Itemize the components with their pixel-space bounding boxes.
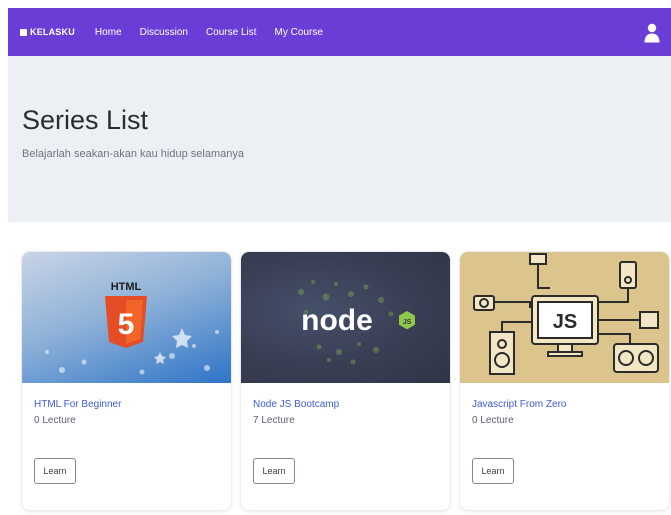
svg-text:5: 5 xyxy=(118,308,135,341)
nav-link-course-list[interactable]: Course List xyxy=(206,27,257,38)
nav-link-my-course[interactable]: My Course xyxy=(275,27,323,38)
course-title[interactable]: Node JS Bootcamp xyxy=(253,399,438,410)
course-thumbnail-javascript: JS xyxy=(460,252,669,383)
course-lecture-count: 0 Lecture xyxy=(472,415,514,426)
course-thumbnail-html: HTML 5 xyxy=(22,252,231,383)
nav-link-discussion[interactable]: Discussion xyxy=(140,27,188,38)
brand-logo[interactable]: KELASKU xyxy=(20,27,75,37)
brand-mark-icon xyxy=(20,28,27,36)
svg-text:JS: JS xyxy=(553,311,577,333)
course-card-body: Node JS Bootcamp 7 Lecture xyxy=(241,383,450,426)
hero-section: Series List Belajarlah seakan-akan kau h… xyxy=(8,56,671,222)
course-thumbnail-node: node JS xyxy=(241,252,450,383)
nav-links: Home Discussion Course List My Course xyxy=(95,27,643,38)
course-lecture-count: 0 Lecture xyxy=(34,415,76,426)
page-title: Series List xyxy=(22,105,149,135)
course-card-body: HTML For Beginner 0 Lecture xyxy=(22,383,231,426)
course-card-html[interactable]: HTML 5 HTML For Beginner 0 Lecture Learn xyxy=(22,252,231,510)
course-card-node[interactable]: node JS Node JS Bootcamp 7 Lecture Learn xyxy=(241,252,450,510)
svg-text:HTML: HTML xyxy=(111,281,142,293)
course-lecture-count: 7 Lecture xyxy=(253,415,295,426)
user-icon[interactable] xyxy=(643,21,661,43)
page-subtitle: Belajarlah seakan-akan kau hidup selaman… xyxy=(22,148,244,160)
nav-link-home[interactable]: Home xyxy=(95,27,122,38)
course-card-javascript[interactable]: JS Javascript From Zero 0 Lecture Learn xyxy=(460,252,669,510)
top-navbar: KELASKU Home Discussion Course List My C… xyxy=(8,8,671,56)
learn-button-javascript[interactable]: Learn xyxy=(472,458,514,484)
brand-name: KELASKU xyxy=(30,27,75,37)
html5-logo-icon: HTML 5 xyxy=(45,281,219,375)
svg-text:JS: JS xyxy=(403,319,412,326)
nodejs-logo-icon: node JS xyxy=(298,280,415,365)
course-title[interactable]: HTML For Beginner xyxy=(34,399,219,410)
course-card-body: Javascript From Zero 0 Lecture xyxy=(460,383,669,426)
course-title[interactable]: Javascript From Zero xyxy=(472,399,657,410)
learn-button-node[interactable]: Learn xyxy=(253,458,295,484)
learn-button-html[interactable]: Learn xyxy=(34,458,76,484)
javascript-monitor-icon: JS xyxy=(473,253,659,375)
svg-text:node: node xyxy=(301,304,373,337)
course-card-list: HTML 5 HTML For Beginner 0 Lecture Learn xyxy=(22,252,669,510)
